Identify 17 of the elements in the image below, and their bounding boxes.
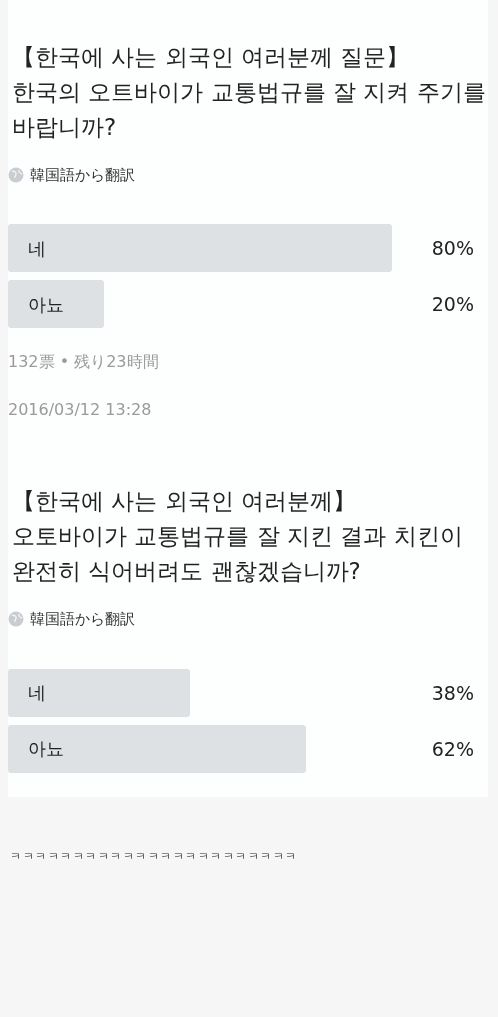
poll-option-bar: 네 [8,668,191,717]
poll-option-bar: 아뇨 [8,724,306,773]
poll-percent: 62% [431,736,474,762]
poll-percent: 20% [431,292,474,318]
translate-link[interactable]: 韓国語から翻訳 [30,163,135,187]
poll-option-bar: 네 [8,224,392,273]
poll-title: 【한국에 사는 외국인 여러분께 질문】 [12,43,411,72]
poll-votes-text: 132票 • 残り23時間 [8,351,160,374]
poll-percent: 38% [431,680,474,706]
timestamp: 2016/03/12 13:28 [8,399,153,422]
poll-question: 오토바이가 교통법규를 잘 지킨 결과 치킨이 완전히 식어버려도 괜찮겠습니까? [12,521,464,587]
poll-option-bar: 아뇨 [8,280,104,329]
poll-question: 한국의 오트바이가 교통법규를 잘 지켜 주기를 바랍니까? [12,77,487,143]
translate-link[interactable]: 韓国語から翻訳 [30,608,135,631]
poll-percent: 80% [431,236,474,262]
comment-text: ㅋㅋㅋㅋㅋㅋㅋㅋㅋㅋㅋㅋㅋㅋㅋㅋㅋㅋㅋㅋㅋㅋㅋ [10,848,299,865]
poll-title: 【한국에 사는 외국인 여러분께】 [12,487,357,517]
